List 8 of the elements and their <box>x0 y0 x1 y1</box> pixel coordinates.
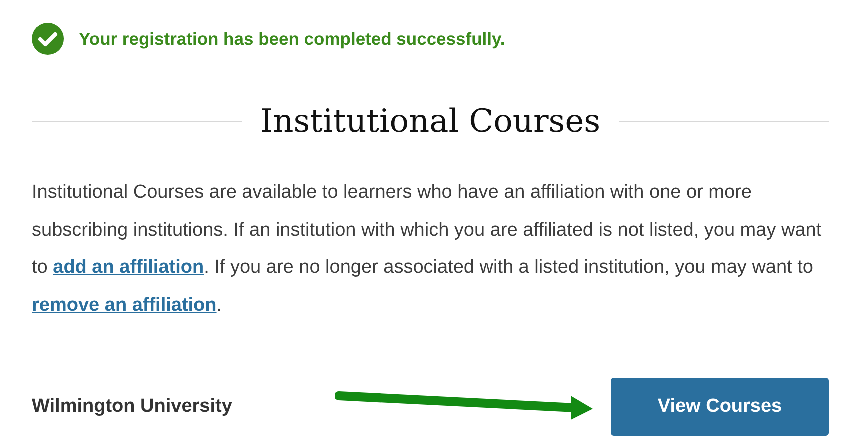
institution-name: Wilmington University <box>32 396 232 418</box>
check-circle-icon <box>32 23 64 55</box>
section-heading: Institutional Courses <box>260 102 601 140</box>
view-courses-button[interactable]: View Courses <box>611 378 829 436</box>
affiliation-link[interactable]: add an affiliation <box>53 257 204 278</box>
success-message: Your registration has been completed successfully. <box>79 28 506 50</box>
affiliation-link[interactable]: remove an affiliation <box>32 294 217 316</box>
description-paragraph: Institutional Courses are available to learners who have an affiliation with one or more subscribing institutions. If an institution with which you are affiliated is not listed, you may want to add an affiliation. If you are no longer associated with a listed institution, you may want to remove an affiliation. <box>32 181 823 318</box>
